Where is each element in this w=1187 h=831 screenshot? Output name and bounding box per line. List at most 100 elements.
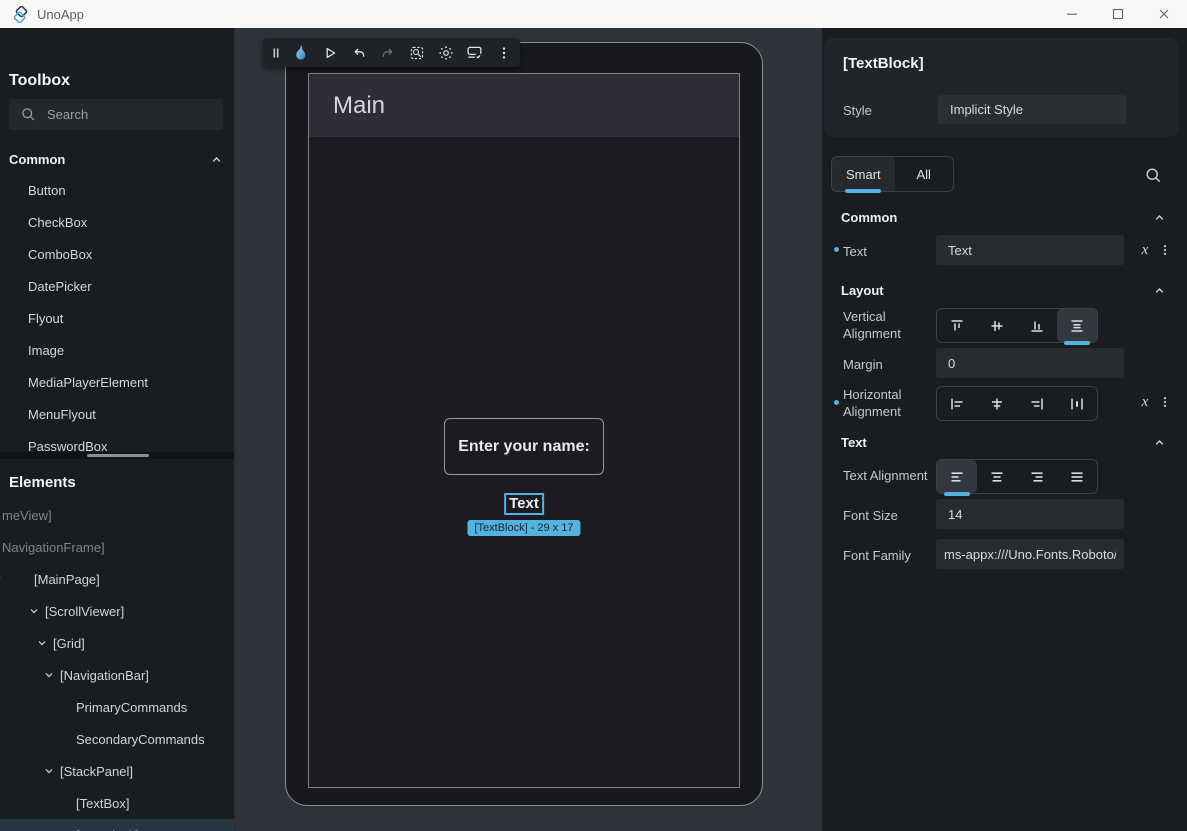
- property-inspector: [TextBlock] Style Smart All Common Text …: [822, 28, 1187, 831]
- property-options-icon[interactable]: [1158, 394, 1172, 410]
- toolbox-section-common[interactable]: Common: [9, 149, 224, 169]
- tree-item-secondarycommands[interactable]: SecondaryCommands: [0, 723, 235, 755]
- valign-center-button[interactable]: [977, 309, 1017, 342]
- theme-toggle-button[interactable]: [431, 38, 460, 67]
- design-surface-textbox[interactable]: Enter your name:: [444, 418, 604, 475]
- valign-bottom-button[interactable]: [1017, 309, 1057, 342]
- panel-splitter[interactable]: [0, 452, 235, 459]
- chevron-up-icon[interactable]: [209, 152, 224, 167]
- left-sidebar: Toolbox Common Button CheckBox ComboBox …: [0, 28, 235, 831]
- tree-item-textbox[interactable]: [TextBox]: [0, 787, 235, 819]
- tree-item-scrollviewer[interactable]: [ScrollViewer]: [0, 595, 235, 627]
- design-surface-textblock-selected[interactable]: Text: [504, 493, 544, 515]
- section-label: Common: [9, 152, 65, 167]
- toolbox-item-datepicker[interactable]: DatePicker: [0, 270, 235, 302]
- toolbox-search[interactable]: [9, 99, 223, 130]
- toolbox-item-combobox[interactable]: ComboBox: [0, 238, 235, 270]
- halign-right-button[interactable]: [1017, 387, 1057, 420]
- elements-title: Elements: [9, 474, 76, 491]
- text-property-label: Text: [843, 243, 867, 260]
- tree-item-navigationbar[interactable]: [NavigationBar]: [0, 659, 235, 691]
- halign-center-button[interactable]: [977, 387, 1017, 420]
- toolbox-item-menuflyout[interactable]: MenuFlyout: [0, 398, 235, 430]
- play-button[interactable]: [315, 38, 344, 67]
- tab-all[interactable]: All: [895, 157, 953, 191]
- halign-left-button[interactable]: [937, 387, 977, 420]
- selection-size-badge: [TextBlock] - 29 x 17: [467, 520, 580, 536]
- markup-expression-icon[interactable]: x: [1137, 394, 1153, 410]
- toolbox-item-list: Button CheckBox ComboBox DatePicker Flyo…: [0, 174, 235, 453]
- maximize-button[interactable]: [1095, 0, 1141, 28]
- element-inspect-button[interactable]: [402, 38, 431, 67]
- search-input[interactable]: [47, 99, 215, 130]
- text-align-left-button[interactable]: [937, 460, 977, 493]
- vertical-alignment-label: Vertical Alignment: [843, 308, 925, 342]
- selected-element-name: [TextBlock]: [843, 55, 924, 72]
- toolbox-item-flyout[interactable]: Flyout: [0, 302, 235, 334]
- tree-item-navigationframe[interactable]: NavigationFrame]: [0, 531, 235, 563]
- inspector-tabs: Smart All: [831, 156, 954, 192]
- markup-expression-icon[interactable]: x: [1137, 242, 1153, 258]
- section-text[interactable]: Text: [841, 433, 1167, 451]
- tree-item-homeview[interactable]: meView]: [0, 499, 235, 531]
- more-menu-button[interactable]: [489, 38, 518, 67]
- valign-top-button[interactable]: [937, 309, 977, 342]
- halign-stretch-button[interactable]: [1057, 387, 1097, 420]
- text-alignment-group: [936, 459, 1098, 494]
- chevron-up-icon[interactable]: [1152, 210, 1167, 225]
- section-layout[interactable]: Layout: [841, 281, 1167, 299]
- vertical-alignment-group: [936, 308, 1098, 343]
- splitter-grip[interactable]: [87, 454, 149, 457]
- tree-item-primarycommands[interactable]: PrimaryCommands: [0, 691, 235, 723]
- style-label: Style: [843, 102, 872, 119]
- chevron-down-icon[interactable]: [27, 604, 41, 618]
- phone-preview-frame: Main Enter your name: Text [TextBlock] -…: [285, 42, 763, 806]
- tree-item-textblock[interactable]: [TextBlock]: [0, 819, 235, 831]
- property-search-button[interactable]: [1140, 162, 1166, 188]
- drag-handle-icon[interactable]: [265, 38, 286, 67]
- font-family-input[interactable]: [936, 539, 1124, 569]
- toolbox-item-mediaplayerelement[interactable]: MediaPlayerElement: [0, 366, 235, 398]
- uno-logo-icon: [12, 6, 29, 23]
- chevron-down-icon[interactable]: [42, 668, 56, 682]
- margin-label: Margin: [843, 356, 883, 373]
- close-button[interactable]: [1141, 0, 1187, 28]
- property-set-dot: [834, 247, 839, 252]
- device-settings-button[interactable]: [460, 38, 489, 67]
- margin-input[interactable]: [936, 348, 1124, 378]
- chevron-down-icon[interactable]: [42, 764, 56, 778]
- property-options-icon[interactable]: [1158, 242, 1172, 258]
- minimize-button[interactable]: [1049, 0, 1095, 28]
- tree-item-grid[interactable]: [Grid]: [0, 627, 235, 659]
- chevron-down-icon[interactable]: [0, 572, 4, 586]
- valign-stretch-button[interactable]: [1057, 309, 1097, 342]
- window-title: UnoApp: [37, 7, 84, 22]
- redo-button[interactable]: [373, 38, 402, 67]
- text-align-center-button[interactable]: [977, 460, 1017, 493]
- window-controls: [1049, 0, 1187, 28]
- text-property-input[interactable]: [936, 235, 1124, 265]
- toolbox-item-passwordbox[interactable]: PasswordBox: [0, 430, 235, 453]
- design-canvas[interactable]: Main Enter your name: Text [TextBlock] -…: [236, 28, 822, 831]
- tab-smart[interactable]: Smart: [832, 157, 895, 191]
- text-align-justify-button[interactable]: [1057, 460, 1097, 493]
- tree-item-stackpanel[interactable]: [StackPanel]: [0, 755, 235, 787]
- chevron-up-icon[interactable]: [1152, 435, 1167, 450]
- toolbox-item-button[interactable]: Button: [0, 174, 235, 206]
- hot-reload-flame-icon[interactable]: [286, 38, 315, 67]
- undo-button[interactable]: [344, 38, 373, 67]
- style-input[interactable]: [938, 95, 1126, 124]
- app-nav-bar[interactable]: Main: [309, 74, 739, 137]
- tree-item-mainpage[interactable]: [MainPage]: [0, 563, 235, 595]
- chevron-up-icon[interactable]: [1152, 283, 1167, 298]
- font-family-label: Font Family: [843, 547, 911, 564]
- font-size-input[interactable]: [936, 499, 1124, 529]
- text-align-right-button[interactable]: [1017, 460, 1057, 493]
- font-size-label: Font Size: [843, 507, 898, 524]
- phone-screen[interactable]: Main Enter your name: Text [TextBlock] -…: [308, 73, 740, 788]
- horizontal-alignment-label: Horizontal Alignment: [843, 386, 925, 420]
- toolbox-item-checkbox[interactable]: CheckBox: [0, 206, 235, 238]
- chevron-down-icon[interactable]: [35, 636, 49, 650]
- section-common[interactable]: Common: [841, 208, 1167, 226]
- toolbox-item-image[interactable]: Image: [0, 334, 235, 366]
